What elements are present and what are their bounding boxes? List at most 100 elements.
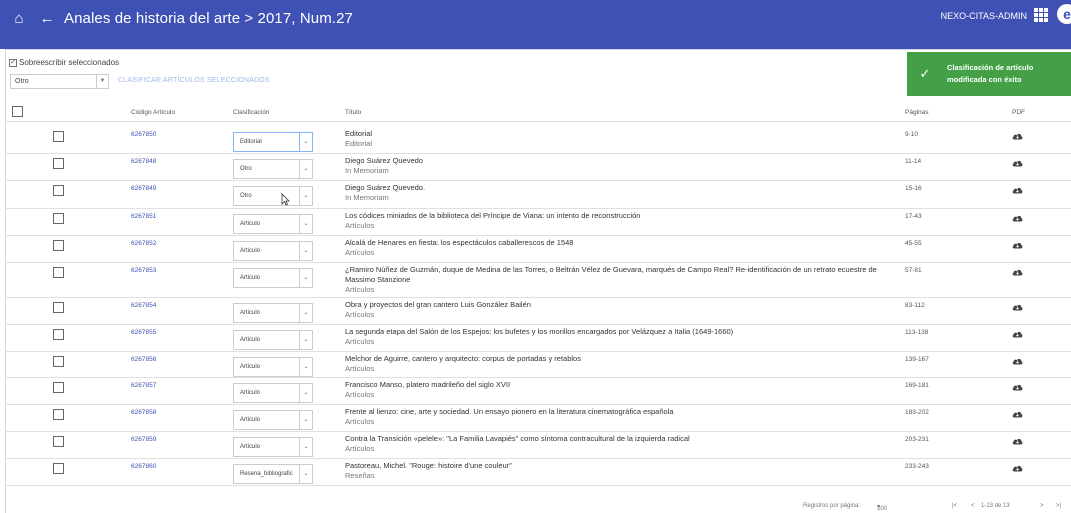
user-name[interactable]: NEXO-CITAS-ADMIN: [941, 11, 1027, 21]
article-pages: 11-14: [905, 158, 922, 165]
cloud-download-icon[interactable]: [1012, 330, 1023, 338]
page-title: Anales de historia del arte > 2017, Num.…: [64, 9, 353, 27]
article-pages: 169-181: [905, 382, 929, 389]
header-code[interactable]: Código Artículo: [131, 109, 175, 116]
article-code-link[interactable]: 6267848: [131, 158, 156, 165]
overwrite-label: Sobreescribir seleccionados: [19, 58, 120, 67]
row-checkbox[interactable]: [53, 436, 64, 447]
cloud-download-icon[interactable]: [1012, 159, 1023, 167]
prev-page-icon[interactable]: <: [971, 503, 975, 509]
article-code-link[interactable]: 6267855: [131, 329, 156, 336]
row-divider: [5, 324, 1071, 325]
cloud-download-icon[interactable]: [1012, 186, 1023, 194]
article-title: Alcalá de Henares en fiesta: los espectá…: [345, 238, 574, 247]
chevron-down-icon[interactable]: ⌄: [299, 358, 312, 376]
cloud-download-icon[interactable]: [1012, 383, 1023, 391]
row-divider: [5, 351, 1071, 352]
article-code-link[interactable]: 6267857: [131, 382, 156, 389]
article-pages: 183-202: [905, 409, 929, 416]
chevron-down-icon[interactable]: ⌄: [299, 438, 312, 456]
chevron-down-icon[interactable]: ⌄: [299, 304, 312, 322]
classification-select[interactable]: Otro ⌄: [233, 186, 313, 206]
overwrite-selected-checkbox[interactable]: ✓ Sobreescribir seleccionados: [9, 58, 119, 67]
select-all-checkbox[interactable]: [12, 106, 23, 117]
chevron-down-icon[interactable]: ⌄: [299, 242, 312, 260]
cloud-download-icon[interactable]: [1012, 268, 1023, 276]
classification-value: Articulo: [240, 275, 261, 281]
apps-grid-icon[interactable]: [1034, 8, 1048, 22]
row-checkbox[interactable]: [53, 463, 64, 474]
cloud-download-icon[interactable]: [1012, 410, 1023, 418]
row-divider: [5, 458, 1071, 459]
chevron-down-icon[interactable]: ⌄: [299, 465, 312, 483]
article-code-link[interactable]: 6267856: [131, 356, 156, 363]
cloud-download-icon[interactable]: [1012, 241, 1023, 249]
row-divider: [5, 431, 1071, 432]
chevron-down-icon[interactable]: ⌄: [299, 160, 312, 178]
cloud-download-icon[interactable]: [1012, 303, 1023, 311]
chevron-down-icon[interactable]: ⌄: [299, 133, 312, 151]
classification-select[interactable]: Articulo ⌄: [233, 214, 313, 234]
classify-selected-button[interactable]: CLASIFICAR ARTÍCULOS SELECCIONADOS: [118, 77, 270, 84]
row-checkbox[interactable]: [53, 158, 64, 169]
cloud-download-icon[interactable]: [1012, 132, 1023, 140]
cloud-download-icon[interactable]: [1012, 214, 1023, 222]
classification-select[interactable]: Articulo ⌄: [233, 357, 313, 377]
article-code-link[interactable]: 6267849: [131, 185, 156, 192]
chevron-down-icon[interactable]: ▼: [96, 75, 108, 88]
row-checkbox[interactable]: [53, 302, 64, 313]
chevron-down-icon[interactable]: ⌄: [299, 269, 312, 287]
classification-select[interactable]: Otro ⌄: [233, 159, 313, 179]
header-classification[interactable]: Clasificación: [233, 109, 270, 116]
row-checkbox[interactable]: [53, 409, 64, 420]
toast-message-line2: modificada con éxito: [947, 75, 1022, 84]
row-checkbox[interactable]: [53, 382, 64, 393]
chevron-down-icon[interactable]: ⌄: [299, 411, 312, 429]
header-pages[interactable]: Páginas: [905, 109, 929, 116]
article-section: Artículos: [345, 364, 375, 373]
classification-select[interactable]: Articulo ⌄: [233, 303, 313, 323]
article-code-link[interactable]: 6267850: [131, 131, 156, 138]
classification-select[interactable]: Articulo ⌄: [233, 437, 313, 457]
row-checkbox[interactable]: [53, 240, 64, 251]
classification-select[interactable]: Articulo ⌄: [233, 330, 313, 350]
chevron-down-icon[interactable]: ⌄: [299, 187, 312, 205]
rows-per-page-select[interactable]: 200 ▾: [877, 503, 887, 512]
classification-select[interactable]: Resena_bibliografic ⌄: [233, 464, 313, 484]
article-code-link[interactable]: 6267852: [131, 240, 156, 247]
checkbox-checked-icon[interactable]: ✓: [9, 58, 17, 67]
classification-select[interactable]: Editorial ⌄: [233, 132, 313, 152]
classification-select[interactable]: Articulo ⌄: [233, 241, 313, 261]
cloud-download-icon[interactable]: [1012, 464, 1023, 472]
row-checkbox[interactable]: [53, 131, 64, 142]
article-code-link[interactable]: 6267860: [131, 463, 156, 470]
row-checkbox[interactable]: [53, 329, 64, 340]
last-page-icon[interactable]: >|: [1056, 503, 1061, 509]
row-checkbox[interactable]: [53, 185, 64, 196]
row-checkbox[interactable]: [53, 267, 64, 278]
chevron-down-icon[interactable]: ⌄: [299, 215, 312, 233]
cloud-download-icon[interactable]: [1012, 437, 1023, 445]
article-code-link[interactable]: 6267854: [131, 302, 156, 309]
chevron-down-icon[interactable]: ⌄: [299, 384, 312, 402]
bulk-classification-select[interactable]: Otro ▼: [10, 74, 109, 89]
article-code-link[interactable]: 6267853: [131, 267, 156, 274]
cloud-download-icon[interactable]: [1012, 357, 1023, 365]
article-code-link[interactable]: 6267851: [131, 213, 156, 220]
article-code-link[interactable]: 6267858: [131, 409, 156, 416]
chevron-down-icon[interactable]: ⌄: [299, 331, 312, 349]
row-checkbox[interactable]: [53, 356, 64, 367]
article-title: Contra la Transición «pelele»: "La Famil…: [345, 434, 690, 443]
header-title[interactable]: Título: [345, 109, 361, 116]
row-checkbox[interactable]: [53, 213, 64, 224]
first-page-icon[interactable]: |<: [952, 503, 957, 509]
classification-select[interactable]: Articulo ⌄: [233, 268, 313, 288]
classification-select[interactable]: Articulo ⌄: [233, 410, 313, 430]
account-icon[interactable]: e: [1057, 4, 1071, 24]
next-page-icon[interactable]: >: [1040, 503, 1044, 509]
article-code-link[interactable]: 6267859: [131, 436, 156, 443]
classification-select[interactable]: Articulo ⌄: [233, 383, 313, 403]
home-icon[interactable]: ⌂: [2, 10, 36, 27]
back-arrow-icon[interactable]: ←: [36, 10, 58, 27]
row-divider: [5, 297, 1071, 298]
